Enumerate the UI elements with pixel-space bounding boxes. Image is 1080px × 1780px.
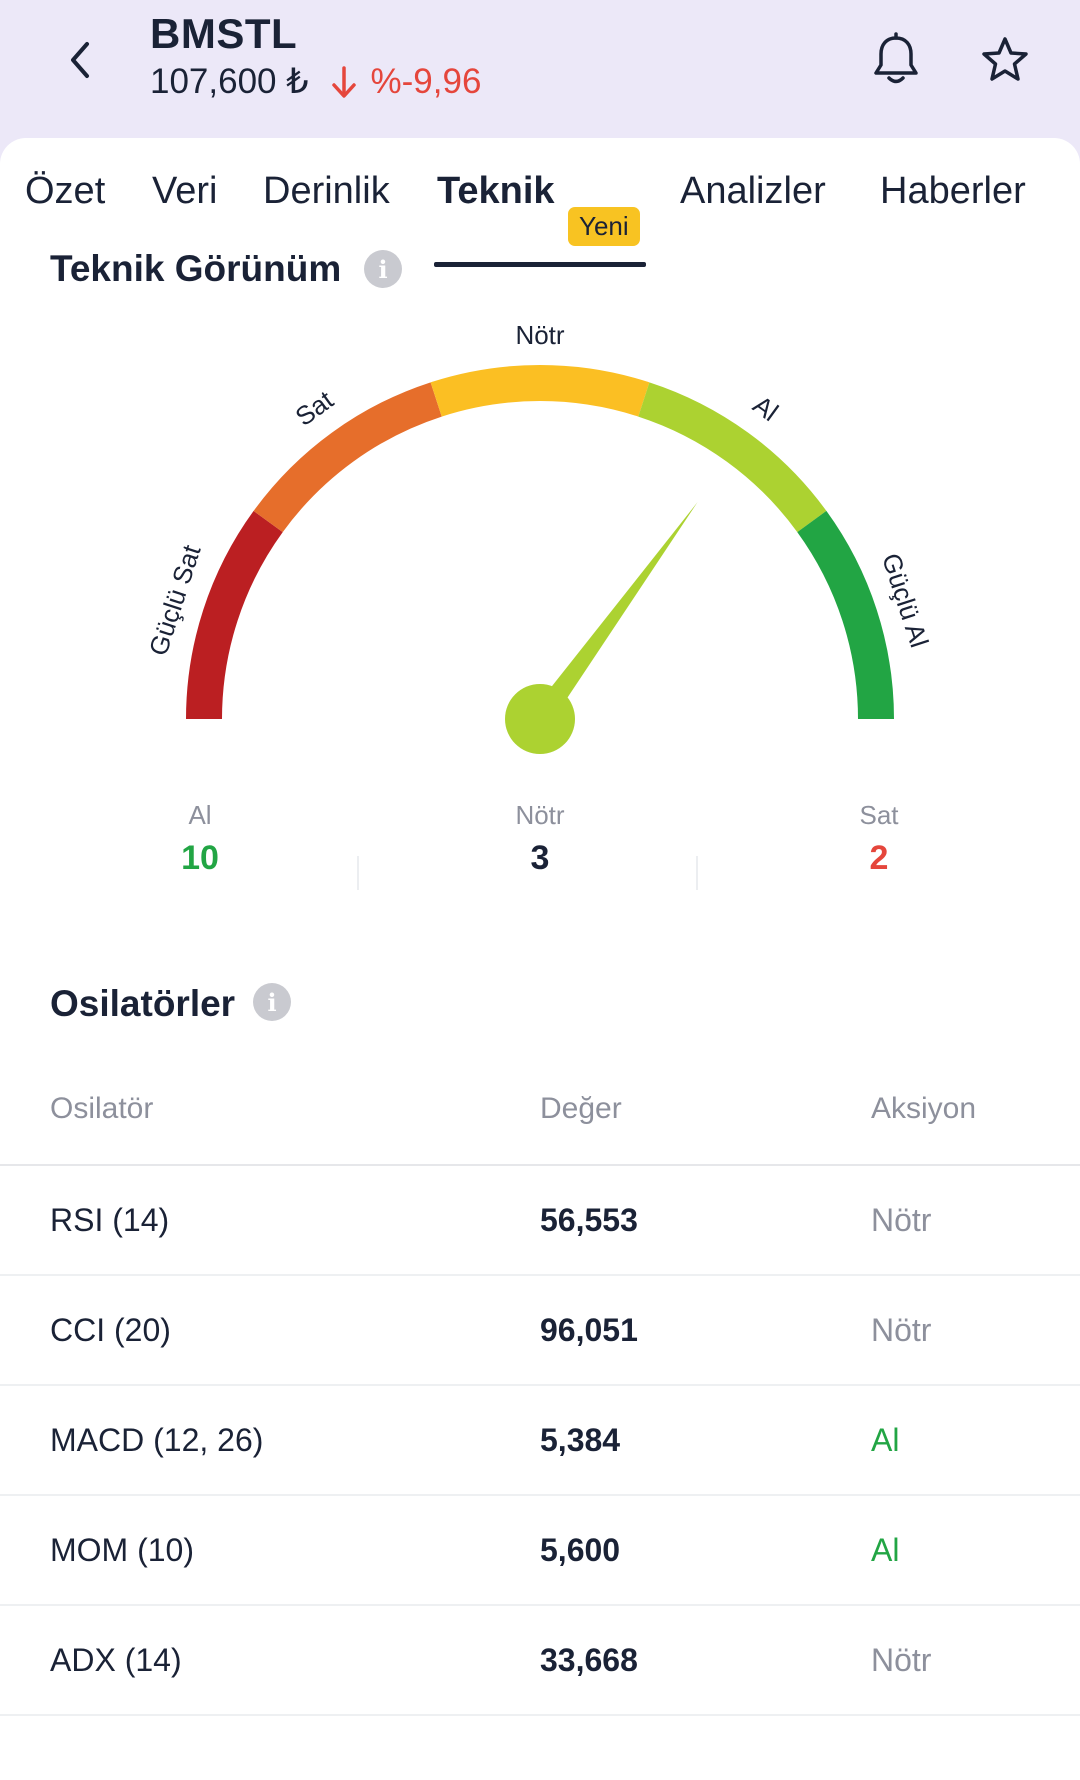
gauge-hub <box>505 684 575 754</box>
column-header-action: Aksiyon <box>871 1092 977 1125</box>
oscillator-action: Al <box>871 1422 900 1458</box>
price-row: 107,600 ₺ %-9,96 <box>150 62 481 102</box>
oscillator-name: MACD (12, 26) <box>50 1422 264 1458</box>
tab-analizler[interactable]: Analizler <box>680 170 826 213</box>
star-icon <box>982 37 1028 81</box>
arrow-down-icon <box>331 65 357 99</box>
oscillator-value: 5,384 <box>540 1422 621 1458</box>
bell-icon <box>874 32 918 84</box>
gauge-segment <box>430 365 650 417</box>
oscillator-name: RSI (14) <box>50 1202 170 1238</box>
tab-veri[interactable]: Veri <box>152 170 217 213</box>
stock-header: BMSTL 107,600 ₺ %-9,96 <box>0 0 1080 150</box>
oscillator-value: 5,600 <box>540 1532 621 1568</box>
summary-label: Sat <box>859 800 899 830</box>
tab-bar: Özet Veri Derinlik Teknik Yeni Analizler… <box>0 170 1080 267</box>
tab-derinlik[interactable]: Derinlik <box>263 170 390 213</box>
table-row[interactable]: RSI (14) 56,553 Nötr <box>0 1166 1080 1276</box>
signal-summary: Al 10 Nötr 3 Sat 2 <box>0 800 1080 910</box>
chevron-left-icon <box>71 42 89 78</box>
active-tab-indicator <box>434 262 646 267</box>
gauge-label: Sat <box>290 384 340 432</box>
summary-label: Al <box>188 800 212 830</box>
divider <box>696 856 698 890</box>
summary-buy: Al 10 <box>50 800 350 878</box>
summary-value: 3 <box>530 839 550 877</box>
gauge-segment <box>638 382 827 533</box>
favorite-button[interactable] <box>975 30 1035 90</box>
technical-title: Teknik Görünüm <box>50 248 342 289</box>
gauge-segment <box>797 510 894 720</box>
oscillator-action: Al <box>871 1532 900 1568</box>
tab-teknik[interactable]: Teknik <box>437 170 555 213</box>
oscillator-action: Nötr <box>871 1642 932 1678</box>
oscillator-name: ADX (14) <box>50 1642 182 1678</box>
oscillator-name: CCI (20) <box>50 1312 171 1348</box>
price-change: %-9,96 <box>370 62 482 101</box>
back-button[interactable] <box>55 30 105 90</box>
summary-label: Nötr <box>515 800 565 830</box>
table-row[interactable]: ADX (14) 33,668 Nötr <box>0 1606 1080 1716</box>
table-row[interactable]: MOM (10) 5,600 Al <box>0 1496 1080 1606</box>
column-header-value: Değer <box>540 1092 622 1125</box>
gauge-segment <box>253 382 442 533</box>
oscillator-value: 33,668 <box>540 1642 638 1678</box>
info-icon[interactable]: i <box>253 983 291 1021</box>
tab-ozet[interactable]: Özet <box>25 170 105 213</box>
gauge-label: Nötr <box>515 320 564 350</box>
ticker-symbol: BMSTL <box>150 10 298 57</box>
new-badge: Yeni <box>568 207 640 246</box>
summary-sell: Sat 2 <box>729 800 1029 878</box>
gauge-label: Al <box>748 389 784 427</box>
oscillator-value: 96,051 <box>540 1312 638 1348</box>
summary-value: 2 <box>869 839 889 877</box>
oscillator-action: Nötr <box>871 1312 932 1348</box>
technical-gauge: Güçlü SatSatNötrAlGüçlü Al <box>143 320 935 754</box>
oscillator-action: Nötr <box>871 1202 932 1238</box>
table-row[interactable]: CCI (20) 96,051 Nötr <box>0 1276 1080 1386</box>
gauge-segment <box>186 510 283 720</box>
alert-button[interactable] <box>866 30 926 90</box>
summary-value: 10 <box>181 839 219 877</box>
oscillator-name: MOM (10) <box>50 1532 194 1568</box>
info-icon[interactable]: i <box>364 250 402 288</box>
tab-haberler[interactable]: Haberler <box>880 170 1026 213</box>
oscillators-title: Osilatörler <box>50 983 236 1024</box>
stock-price: 107,600 ₺ <box>150 62 309 101</box>
gauge-label: Güçlü Al <box>876 550 934 651</box>
column-header-oscillator: Osilatör <box>50 1092 154 1125</box>
table-row[interactable]: MACD (12, 26) 5,384 Al <box>0 1386 1080 1496</box>
oscillator-value: 56,553 <box>540 1202 638 1238</box>
summary-neutral: Nötr 3 <box>390 800 690 878</box>
divider <box>357 856 359 890</box>
